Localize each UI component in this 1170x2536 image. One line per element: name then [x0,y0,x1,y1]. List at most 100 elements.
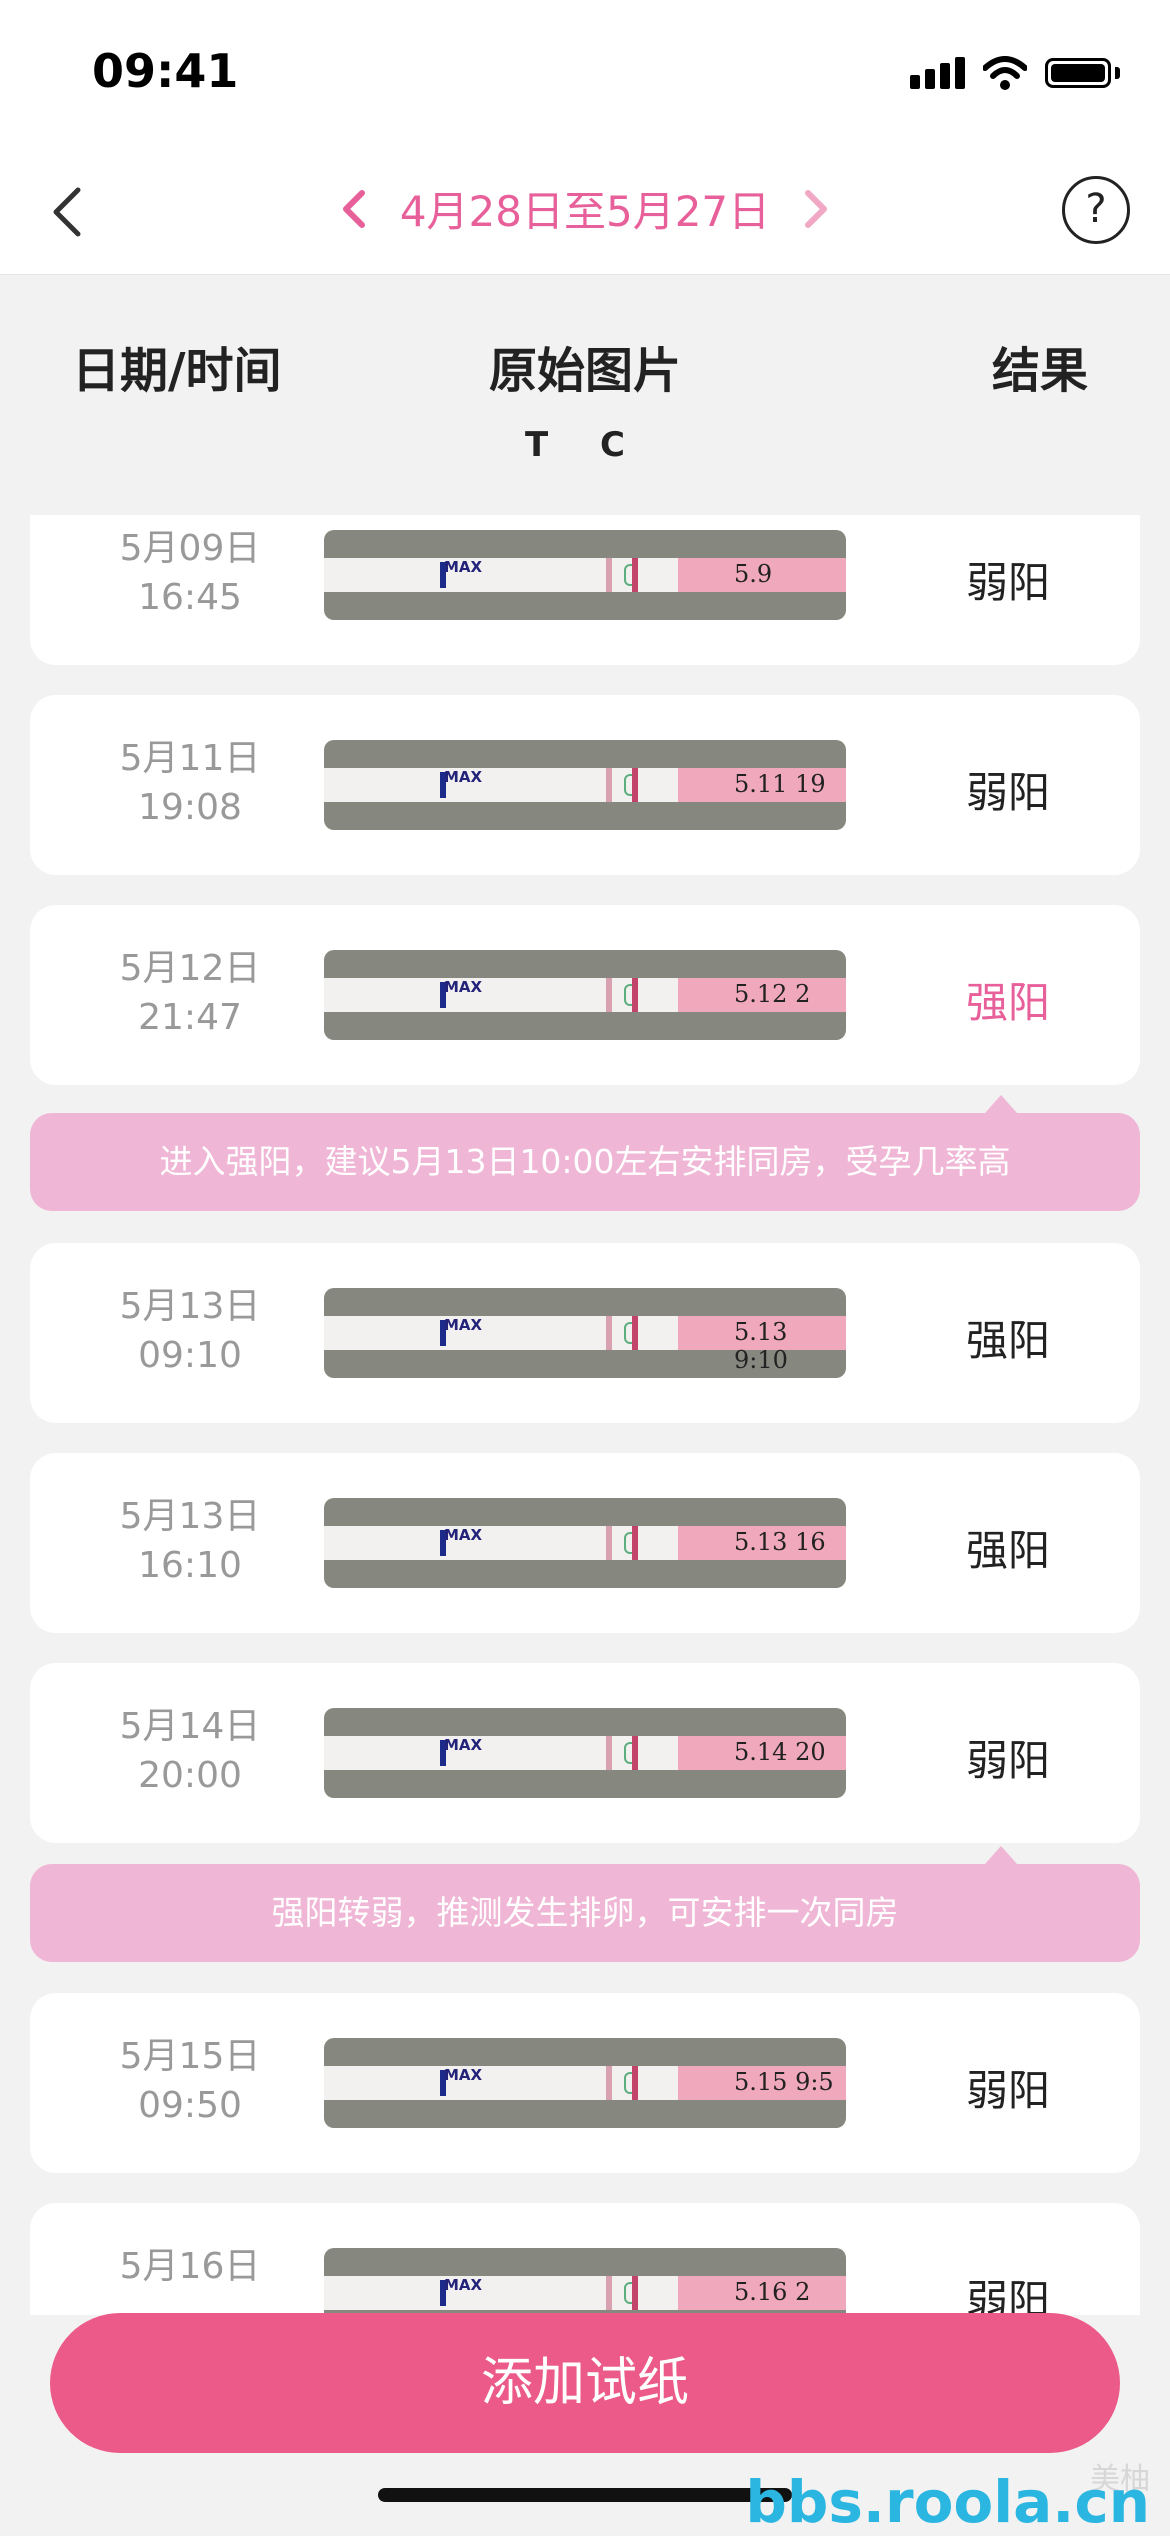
test-strip-photo[interactable]: MAX 5.12 2 [324,950,846,1040]
record-time: 20:00 [138,1755,242,1796]
record-result: 弱阳 [965,768,1050,817]
advice-pointer [985,1095,1017,1113]
record-card[interactable]: 5月14日 20:00 MAX 5.14 20 弱阳 [30,1663,1140,1843]
record-time: 09:50 [138,2085,242,2126]
date-range-label: 4月28日至5月27日 [399,187,771,236]
column-header: 日期/时间 原始图片 结果 T C [0,275,1170,515]
strip-handwriting: 5.15 9:5 [734,2068,834,2096]
test-strip: MAX 5.9 [324,558,846,592]
strip-max-label: MAX [444,558,483,576]
t-line [606,1316,612,1350]
home-indicator [378,2488,792,2502]
chevron-left-icon[interactable] [334,179,374,239]
record-result: 弱阳 [965,2066,1050,2115]
record-date: 5月15日 [119,2036,261,2077]
test-strip: MAX 5.11 19 [324,768,846,802]
strip-max-label: MAX [444,2276,483,2294]
record-card[interactable]: 5月09日 16:45 MAX 5.9 弱阳 [30,515,1140,665]
record-card[interactable]: 5月13日 09:10 MAX 5.13 9:10 强阳 [30,1243,1140,1423]
test-strip: MAX 5.12 2 [324,978,846,1012]
record-result: 弱阳 [965,558,1050,607]
record-time: 16:45 [138,577,242,618]
record-time: 16:10 [138,1545,242,1586]
test-strip: MAX 5.16 2 [324,2276,846,2310]
status-bar: 09:41 [0,0,1170,150]
record-date: 5月12日 [119,948,261,989]
c-line [632,768,638,802]
test-strip-photo[interactable]: MAX 5.9 [324,530,846,620]
c-line [632,1736,638,1770]
record-date: 5月16日 [119,2246,261,2287]
record-date: 5月09日 [119,528,261,569]
header-result: 结果 [991,343,1088,399]
strip-handwriting: 5.13 16 [734,1528,826,1556]
record-time: 19:08 [138,787,242,828]
record-time: 21:47 [138,997,242,1038]
help-icon[interactable]: ? [1062,176,1130,244]
test-strip: MAX 5.15 9:5 [324,2066,846,2100]
advice-banner: 进入强阳，建议5月13日10:00左右安排同房，受孕几率高 [30,1113,1140,1211]
record-result: 强阳 [965,1316,1050,1365]
record-time: 09:10 [138,1335,242,1376]
strip-max-label: MAX [444,768,483,786]
strip-handwriting: 5.12 2 [734,980,811,1008]
strip-handwriting: 5.11 19 [734,770,826,798]
test-strip-photo[interactable]: MAX 5.13 16 [324,1498,846,1588]
c-line [632,1526,638,1560]
battery-tip [1115,67,1120,79]
t-line [606,978,612,1012]
test-strip-photo[interactable]: MAX 5.14 20 [324,1708,846,1798]
chevron-right-icon[interactable] [796,179,836,239]
record-result: 弱阳 [965,1736,1050,1785]
record-result: 强阳 [965,978,1050,1027]
t-line [606,558,612,592]
strip-handwriting: 5.13 9:10 [734,1318,788,1374]
t-line [606,1736,612,1770]
c-line [632,2066,638,2100]
battery-icon [1045,58,1111,88]
strip-handwriting: 5.14 20 [734,1738,826,1766]
wifi-icon [983,56,1027,90]
add-test-strip-button[interactable]: 添加试纸 [50,2313,1120,2453]
nav-bar: 4月28日至5月27日 ? [0,150,1170,275]
status-time: 09:41 [92,44,239,98]
c-line [632,558,638,592]
record-card[interactable]: 5月15日 09:50 MAX 5.15 9:5 弱阳 [30,1993,1140,2173]
record-result: 强阳 [965,1526,1050,1575]
record-card[interactable]: 5月16日 MAX 5.16 2 弱阳 [30,2203,1140,2315]
t-line [606,2066,612,2100]
t-line [606,1526,612,1560]
strip-max-label: MAX [444,978,483,996]
record-card[interactable]: 5月13日 16:10 MAX 5.13 16 强阳 [30,1453,1140,1633]
record-date: 5月13日 [119,1286,261,1327]
record-card[interactable]: 5月12日 21:47 MAX 5.12 2 强阳 [30,905,1140,1085]
t-line [606,768,612,802]
strip-handwriting: 5.16 2 [734,2278,811,2306]
c-line [632,1316,638,1350]
test-strip: MAX 5.14 20 [324,1736,846,1770]
record-date: 5月14日 [119,1706,261,1747]
strip-max-label: MAX [444,1316,483,1334]
test-strip-photo[interactable]: MAX 5.16 2 [324,2248,846,2315]
date-range-selector: 4月28日至5月27日 [0,178,1170,239]
test-strip-photo[interactable]: MAX 5.13 9:10 [324,1288,846,1378]
advice-banner: 强阳转弱，推测发生排卵，可安排一次同房 [30,1864,1140,1962]
record-date: 5月13日 [119,1496,261,1537]
status-icons [910,56,1120,90]
advice-pointer [985,1846,1017,1864]
test-strip: MAX 5.13 9:10 [324,1316,846,1374]
strip-max-label: MAX [444,1526,483,1544]
strip-handwriting: 5.9 [734,560,773,588]
watermark: bbs.roola.cn [745,2468,1150,2536]
strip-max-label: MAX [444,2066,483,2084]
record-card[interactable]: 5月11日 19:08 MAX 5.11 19 弱阳 [30,695,1140,875]
test-strip: MAX 5.13 16 [324,1526,846,1560]
c-line [632,978,638,1012]
test-strip-photo[interactable]: MAX 5.15 9:5 [324,2038,846,2128]
record-date: 5月11日 [119,738,261,779]
signal-icon [910,57,965,89]
records-list[interactable]: 5月09日 16:45 MAX 5.9 弱阳 5月11日 19:08 MAX 5… [0,515,1170,2315]
test-strip-photo[interactable]: MAX 5.11 19 [324,740,846,830]
strip-max-label: MAX [444,1736,483,1754]
c-line [632,2276,638,2310]
